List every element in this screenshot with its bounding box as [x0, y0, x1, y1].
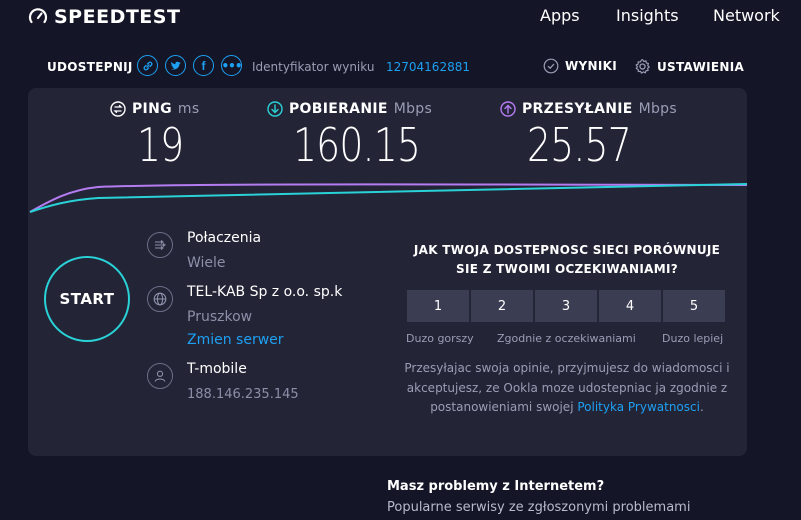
ping-label: PING: [132, 101, 172, 117]
start-button[interactable]: START: [44, 256, 130, 342]
user-icon: [147, 363, 173, 389]
rating-low-label: Duzo gorszy: [406, 332, 474, 345]
ping-icon: [110, 101, 126, 117]
download-unit: Mbps: [393, 101, 433, 117]
nav-apps[interactable]: Apps: [540, 6, 580, 25]
download-header: POBIERANIE Mbps: [267, 101, 432, 117]
connections-icon: [147, 232, 173, 258]
download-speed-line: [29, 183, 747, 213]
ping-value: 19: [137, 118, 184, 172]
problems-title: Masz problemy z Internetem?: [387, 479, 605, 494]
rating-option-3[interactable]: 3: [535, 290, 597, 322]
globe-icon: [147, 286, 173, 312]
speedtest-logo[interactable]: SPEEDTEST: [28, 6, 180, 28]
link-icon[interactable]: [137, 55, 158, 76]
share-label: UDOSTEPNIJ: [47, 60, 133, 74]
host-name: T-mobile: [187, 361, 247, 377]
nav-insights[interactable]: Insights: [616, 6, 679, 25]
more-icon[interactable]: •••: [221, 55, 243, 76]
rating-question-line1: JAK TWOJA DOSTEPNOSC SIECI PORÓWNUJE: [413, 243, 721, 257]
problems-subtitle: Popularne serwisy ze zgłoszonymi problem…: [387, 500, 691, 515]
speed-graph: [29, 183, 747, 213]
twitter-icon[interactable]: [165, 55, 186, 76]
server-location: Pruszkow: [187, 309, 253, 325]
upload-header: PRZESYŁANIE Mbps: [500, 101, 677, 117]
rating-mid-label: Zgodnie z oczekiwaniami: [497, 332, 636, 345]
gear-icon: [635, 59, 650, 74]
settings-button[interactable]: USTAWIENIA: [634, 58, 744, 75]
rating-high-label: Duzo lepiej: [662, 332, 724, 345]
upload-icon: [500, 101, 516, 117]
check-circle-icon: [543, 58, 559, 74]
rating-option-2[interactable]: 2: [471, 290, 533, 322]
gauge-icon: [28, 8, 48, 24]
facebook-icon[interactable]: f: [193, 55, 214, 76]
privacy-notice: Przesyłajac swoja opinie, przyjmujesz do…: [400, 359, 734, 418]
upload-speed-line: [29, 183, 747, 213]
result-id-value[interactable]: 12704162881: [386, 60, 470, 74]
rating-question-line2: SIE Z TWOIMI OCZEKIWANIAMI?: [456, 262, 678, 276]
rating-option-5[interactable]: 5: [663, 290, 725, 322]
provider-name: TEL-KAB Sp z o.o. sp.k: [187, 284, 343, 300]
results-label: WYNIKI: [565, 59, 617, 73]
ping-header: PING ms: [110, 101, 199, 117]
download-label: POBIERANIE: [289, 101, 388, 117]
result-id-label: Identyfikator wyniku: [252, 60, 375, 74]
ping-unit: ms: [177, 101, 200, 117]
upload-unit: Mbps: [638, 101, 677, 117]
upload-label: PRZESYŁANIE: [522, 101, 633, 117]
nav-network[interactable]: Network: [713, 6, 780, 25]
upload-value: 25.57: [527, 118, 632, 172]
ip-address: 188.146.235.145: [187, 387, 299, 402]
connections-value: Wiele: [187, 255, 226, 271]
download-value: 160.15: [293, 118, 421, 172]
rating-option-4[interactable]: 4: [599, 290, 661, 322]
change-server-link[interactable]: Zmien serwer: [187, 332, 284, 348]
connections-label: Połaczenia: [187, 230, 262, 246]
results-button[interactable]: WYNIKI: [543, 58, 617, 74]
logo-text: SPEEDTEST: [54, 6, 181, 28]
privacy-end: .: [699, 400, 704, 414]
rating-option-1[interactable]: 1: [407, 290, 469, 322]
privacy-policy-link[interactable]: Polityka Prywatnosci: [577, 400, 700, 414]
settings-label: USTAWIENIA: [657, 59, 745, 74]
download-icon: [267, 101, 283, 117]
